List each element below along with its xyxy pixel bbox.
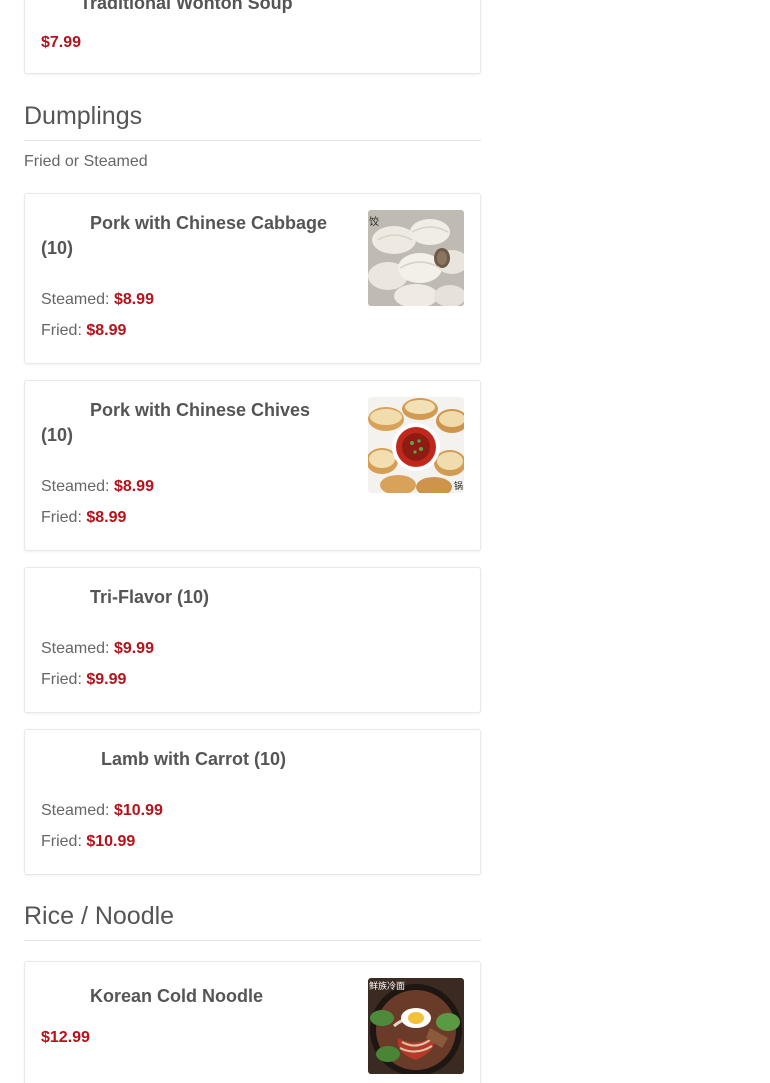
section-divider (24, 140, 481, 141)
item-name: Korean Cold Noodle (90, 986, 264, 1006)
steamed-price-line: Steamed: $9.99 (41, 639, 154, 659)
item-name: Lamb with Carrot (10) (101, 749, 287, 769)
menu-item-card-korean-cold-noodle[interactable]: Korean Cold Noodle $12.99 鲜族冷面 (24, 961, 481, 1083)
item-image-steamed-dumplings[interactable]: 饺 (368, 210, 464, 306)
steamed-price-line: Steamed: $8.99 (41, 290, 154, 310)
item-name: Pork with Chinese Chives (10) (41, 400, 311, 445)
fried-price: $8.99 (86, 322, 127, 339)
menu-page: Traditional Wonton Soup $7.99 Dumplings … (0, 0, 770, 1083)
steamed-price: $10.99 (113, 802, 163, 819)
item-image-fried-dumplings[interactable]: 锅 (368, 397, 464, 493)
menu-item-card-tri-flavor[interactable]: Tri-Flavor (10) Steamed: $9.99 Fried: $9… (24, 567, 481, 713)
section-divider (24, 940, 481, 941)
item-name: Traditional Wonton Soup (80, 0, 293, 13)
steamed-label: Steamed: (41, 640, 110, 657)
fried-price: $9.99 (86, 671, 127, 688)
fried-price-line: Fried: $8.99 (41, 321, 126, 341)
section-title-rice-noodle: Rice / Noodle (24, 902, 175, 930)
fried-label: Fried: (41, 671, 82, 688)
fried-price-line: Fried: $8.99 (41, 508, 126, 528)
image-overlay-text: 饺 (369, 215, 379, 228)
item-name: Tri-Flavor (10) (90, 587, 210, 607)
item-price-line: $12.99 (41, 1028, 90, 1048)
fried-label: Fried: (41, 322, 82, 339)
steamed-label: Steamed: (41, 478, 110, 495)
item-price-line: $7.99 (41, 33, 81, 53)
steamed-price-line: Steamed: $8.99 (41, 477, 154, 497)
section-description: Fried or Steamed (24, 153, 148, 170)
section-title-dumplings: Dumplings (24, 102, 143, 130)
item-price: $7.99 (41, 34, 82, 51)
image-overlay-text: 锅 (454, 481, 463, 492)
steamed-price: $9.99 (113, 640, 154, 657)
steamed-label: Steamed: (41, 802, 110, 819)
fried-price-line: Fried: $10.99 (41, 832, 135, 852)
fried-label: Fried: (41, 833, 82, 850)
fried-price: $10.99 (86, 833, 136, 850)
item-price: $12.99 (41, 1029, 90, 1046)
fried-dumplings-image: 锅 (368, 397, 464, 493)
menu-item-card-pork-cabbage[interactable]: Pork with Chinese Cabbage (10) Steamed: … (24, 193, 481, 364)
cold-noodle-image: 鲜族冷面 (368, 978, 464, 1074)
menu-item-card-lamb-carrot[interactable]: Lamb with Carrot (10) Steamed: $10.99 Fr… (24, 729, 481, 875)
steamed-price-line: Steamed: $10.99 (41, 801, 163, 821)
item-name: Pork with Chinese Cabbage (10) (41, 213, 328, 258)
steamed-price: $8.99 (113, 291, 154, 308)
steamed-dumplings-image: 饺 (368, 210, 464, 306)
menu-item-card-wonton-soup[interactable]: Traditional Wonton Soup $7.99 (24, 0, 481, 74)
image-overlay-text: 鲜族冷面 (369, 980, 405, 992)
steamed-price: $8.99 (113, 478, 154, 495)
steamed-label: Steamed: (41, 291, 110, 308)
menu-item-card-pork-chives[interactable]: Pork with Chinese Chives (10) Steamed: $… (24, 380, 481, 551)
item-image-cold-noodle[interactable]: 鲜族冷面 (368, 978, 464, 1074)
fried-price: $8.99 (86, 509, 127, 526)
fried-price-line: Fried: $9.99 (41, 670, 126, 690)
fried-label: Fried: (41, 509, 82, 526)
